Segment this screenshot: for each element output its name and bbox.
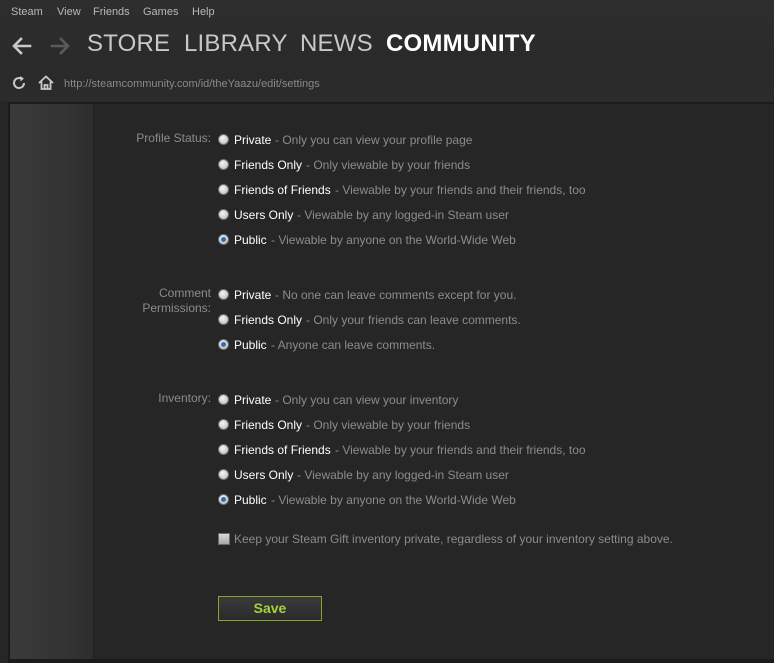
- page-bottom-edge: [8, 659, 774, 663]
- save-button[interactable]: Save: [218, 596, 322, 621]
- option-description: - Viewable by anyone on the World-Wide W…: [271, 233, 516, 247]
- comment-permissions-label: Comment Permissions:: [142, 286, 211, 316]
- menu-help[interactable]: Help: [192, 6, 215, 18]
- forward-button[interactable]: [48, 34, 72, 58]
- tab-library[interactable]: LIBRARY: [184, 30, 288, 58]
- comment-permissions-radio-friends-only[interactable]: [218, 314, 229, 325]
- option-name: Users Only: [234, 208, 294, 222]
- menu-games[interactable]: Games: [143, 6, 178, 18]
- profile-status-radio-friends-only[interactable]: [218, 159, 229, 170]
- option-name: Friends Only: [234, 418, 303, 432]
- tab-community[interactable]: COMMUNITY: [386, 30, 536, 58]
- option-description: - Anyone can leave comments.: [271, 338, 436, 352]
- profile-status-radio-friends-of-friends[interactable]: [218, 184, 229, 195]
- option-name: Users Only: [234, 468, 294, 482]
- option-name: Friends of Friends: [234, 183, 331, 197]
- home-icon: [38, 75, 54, 90]
- tab-news[interactable]: NEWS: [300, 30, 373, 58]
- option-name: Public: [234, 493, 267, 507]
- arrow-right-icon: [50, 37, 70, 55]
- comment-permissions-label-line1: Comment: [158, 286, 211, 300]
- option-description: - Only viewable by your friends: [306, 418, 471, 432]
- profile-status-label: Profile Status:: [136, 131, 211, 145]
- option-description: - Only your friends can leave comments.: [306, 313, 521, 327]
- arrow-left-icon: [12, 37, 32, 55]
- option-name: Private: [234, 393, 272, 407]
- gift-private-checkbox-label: Keep your Steam Gift inventory private, …: [234, 532, 673, 546]
- inventory-radio-friends-only[interactable]: [218, 419, 229, 430]
- refresh-button[interactable]: [10, 74, 28, 92]
- inventory-radio-public[interactable]: [218, 494, 229, 505]
- option-name: Private: [234, 288, 272, 302]
- profile-status-radio-users-only[interactable]: [218, 209, 229, 220]
- inventory-label: Inventory:: [158, 391, 211, 405]
- inventory-radio-users-only[interactable]: [218, 469, 229, 480]
- steam-topbar: Steam View Friends Games Help STORE LIBR…: [0, 0, 774, 102]
- refresh-icon: [13, 76, 26, 89]
- option-description: - Viewable by any logged-in Steam user: [297, 208, 509, 222]
- profile-status-radio-public[interactable]: [218, 234, 229, 245]
- option-name: Friends of Friends: [234, 443, 331, 457]
- tab-store[interactable]: STORE: [87, 30, 170, 58]
- home-button[interactable]: [37, 74, 55, 92]
- profile-status-radio-private[interactable]: [218, 134, 229, 145]
- option-name: Public: [234, 338, 267, 352]
- option-description: - Only you can view your inventory: [275, 393, 459, 407]
- option-description: - Viewable by your friends and their fri…: [335, 443, 586, 457]
- option-description: - Only viewable by your friends: [306, 158, 471, 172]
- option-description: - No one can leave comments except for y…: [275, 288, 517, 302]
- option-name: Friends Only: [234, 313, 303, 327]
- back-button[interactable]: [10, 34, 34, 58]
- option-description: - Viewable by your friends and their fri…: [335, 183, 586, 197]
- option-description: - Only you can view your profile page: [275, 133, 473, 147]
- gift-private-checkbox[interactable]: [218, 533, 230, 545]
- comment-permissions-label-line2: Permissions:: [142, 301, 211, 315]
- comment-permissions-radio-private[interactable]: [218, 289, 229, 300]
- settings-sidebar: [10, 104, 94, 660]
- inventory-radio-private[interactable]: [218, 394, 229, 405]
- menu-steam[interactable]: Steam: [11, 6, 43, 18]
- inventory-radio-friends-of-friends[interactable]: [218, 444, 229, 455]
- option-name: Friends Only: [234, 158, 303, 172]
- menu-view[interactable]: View: [57, 6, 81, 18]
- menu-friends[interactable]: Friends: [93, 6, 130, 18]
- option-description: - Viewable by any logged-in Steam user: [297, 468, 509, 482]
- option-name: Private: [234, 133, 272, 147]
- option-description: - Viewable by anyone on the World-Wide W…: [271, 493, 516, 507]
- comment-permissions-radio-public[interactable]: [218, 339, 229, 350]
- option-name: Public: [234, 233, 267, 247]
- url-text[interactable]: http://steamcommunity.com/id/theYaazu/ed…: [64, 78, 320, 90]
